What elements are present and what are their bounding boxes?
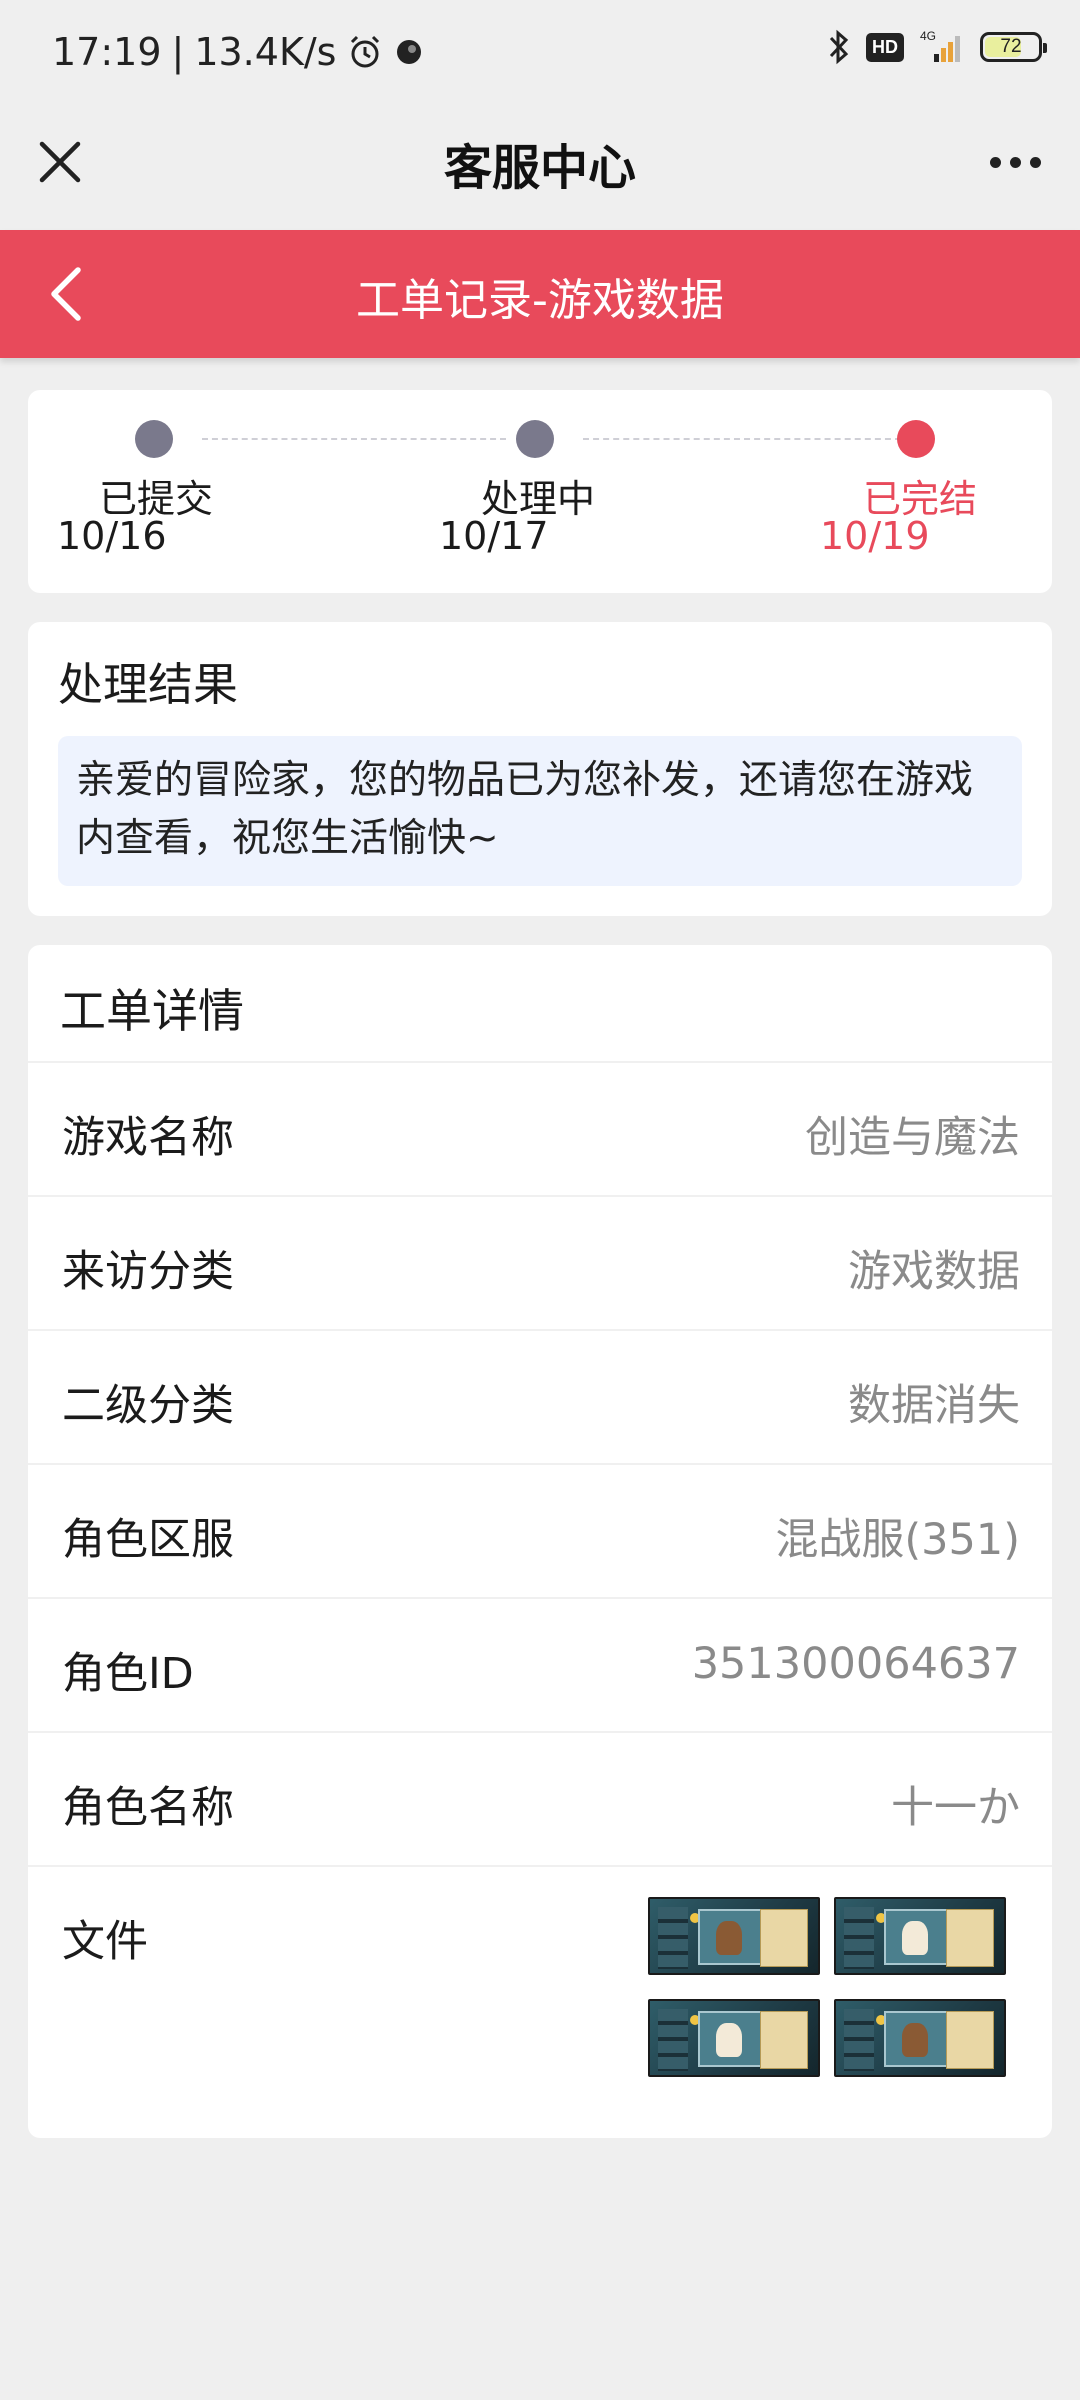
progress-card: 已提交 10/16 处理中 10/17 已完结 10/19 — [28, 390, 1052, 593]
file-thumbnail[interactable] — [834, 1897, 1006, 1975]
file-thumbnail[interactable] — [648, 1999, 820, 2077]
app-notification-icon — [394, 37, 424, 67]
detail-row-role-name: 角色名称 十一か — [28, 1731, 1052, 1865]
detail-label: 文件 — [62, 1917, 148, 1967]
file-thumbnail[interactable] — [648, 1897, 820, 1975]
status-net-speed: 13.4K/s — [194, 30, 337, 74]
top-nav: 客服中心 — [0, 108, 1080, 230]
battery-level: 72 — [1000, 36, 1022, 57]
bluetooth-icon — [826, 28, 852, 66]
detail-label: 二级分类 — [62, 1381, 234, 1431]
more-button[interactable] — [980, 132, 1050, 192]
battery-indicator: 72 — [980, 32, 1047, 62]
detail-row-files: 文件 — [28, 1865, 1052, 2115]
step-date-completed: 10/19 — [820, 514, 930, 558]
step-date-processing: 10/17 — [439, 514, 549, 558]
detail-value: 数据消失 — [848, 1381, 1020, 1431]
detail-row-server: 角色区服 混战服(351) — [28, 1463, 1052, 1597]
detail-value: 混战服(351) — [775, 1515, 1020, 1565]
detail-label: 角色ID — [62, 1649, 194, 1699]
step-dot-completed — [897, 420, 935, 458]
detail-label: 游戏名称 — [62, 1113, 234, 1163]
ticket-header-title: 工单记录-游戏数据 — [356, 275, 724, 326]
result-title: 处理结果 — [58, 658, 239, 711]
detail-row-role-id: 角色ID 351300064637 — [28, 1597, 1052, 1731]
file-thumbnail[interactable] — [834, 1999, 1006, 2077]
step-dot-submitted — [135, 420, 173, 458]
result-card: 处理结果 亲爱的冒险家，您的物品已为您补发，还请您在游戏内查看，祝您生活愉快~ — [28, 622, 1052, 916]
more-icon — [989, 156, 1001, 168]
progress-connector — [583, 438, 901, 440]
file-thumbnails — [648, 1897, 1008, 2077]
detail-value: 十一か — [891, 1783, 1020, 1833]
detail-value: 351300064637 — [691, 1639, 1020, 1689]
details-title: 工单详情 — [60, 984, 244, 1038]
signal-icon: 4G — [918, 28, 966, 66]
status-bar-right: HD 4G 72 — [826, 28, 1047, 66]
status-bar-left: 17:19 | 13.4K/s — [52, 30, 424, 74]
status-separator: | — [171, 30, 185, 74]
detail-value: 游戏数据 — [848, 1247, 1020, 1297]
detail-value: 创造与魔法 — [805, 1113, 1020, 1163]
alarm-icon — [346, 33, 384, 71]
detail-label: 角色名称 — [62, 1783, 234, 1833]
step-date-submitted: 10/16 — [57, 514, 167, 558]
progress-connector — [202, 438, 506, 440]
detail-label: 来访分类 — [62, 1247, 234, 1297]
detail-label: 角色区服 — [62, 1515, 234, 1565]
step-dot-processing — [516, 420, 554, 458]
hd-badge: HD — [866, 32, 904, 62]
status-bar: 17:19 | 13.4K/s HD 4G 72 — [0, 0, 1080, 108]
result-message: 亲爱的冒险家，您的物品已为您补发，还请您在游戏内查看，祝您生活愉快~ — [58, 736, 1022, 886]
ticket-header: 工单记录-游戏数据 — [0, 230, 1080, 358]
page-title: 客服中心 — [443, 140, 636, 196]
details-card: 工单详情 游戏名称 创造与魔法 来访分类 游戏数据 二级分类 数据消失 角色区服… — [28, 945, 1052, 2138]
network-type-label: 4G — [920, 29, 936, 43]
detail-row-game-name: 游戏名称 创造与魔法 — [28, 1061, 1052, 1195]
status-time: 17:19 — [52, 30, 162, 74]
detail-row-visit-category: 来访分类 游戏数据 — [28, 1195, 1052, 1329]
detail-row-sub-category: 二级分类 数据消失 — [28, 1329, 1052, 1463]
